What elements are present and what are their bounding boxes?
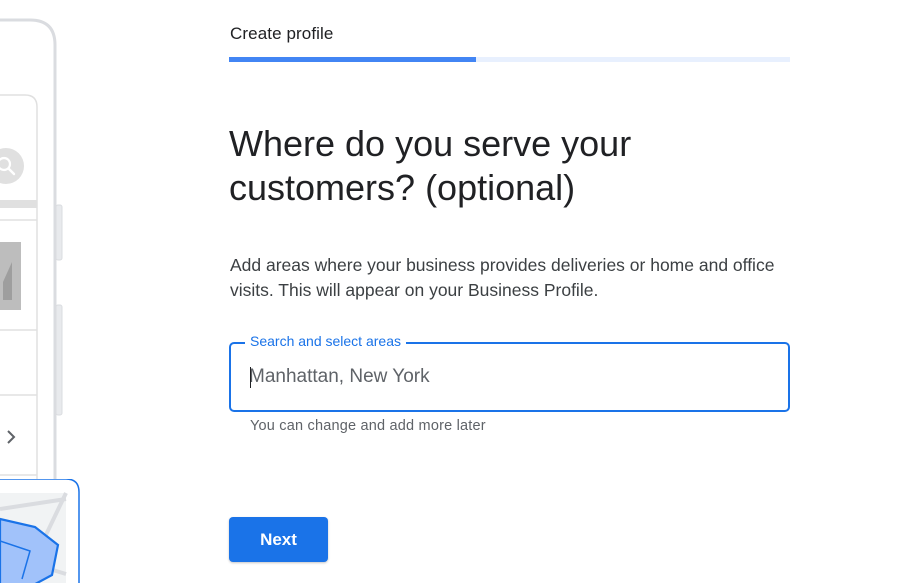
search-helper-text: You can change and add more later [250, 418, 486, 434]
create-profile-page: Create profile Where do you serve your c… [0, 0, 898, 583]
map-illustration [0, 479, 80, 583]
phone-illustration [0, 0, 90, 583]
search-areas-input[interactable] [249, 362, 769, 392]
chevron-right-icon [7, 430, 16, 444]
question-description: Add areas where your business provides d… [230, 255, 775, 300]
page-header-title: Create profile [230, 24, 334, 43]
next-button[interactable]: Next [229, 517, 328, 562]
question-title: Where do you serve your customers? (opti… [229, 123, 632, 208]
search-areas-label: Search and select areas [245, 333, 406, 349]
progress-bar [229, 57, 790, 62]
search-areas-field[interactable]: Search and select areas [229, 333, 790, 412]
progress-bar-fill [229, 57, 476, 62]
text-cursor [250, 367, 251, 388]
search-icon [0, 148, 24, 184]
